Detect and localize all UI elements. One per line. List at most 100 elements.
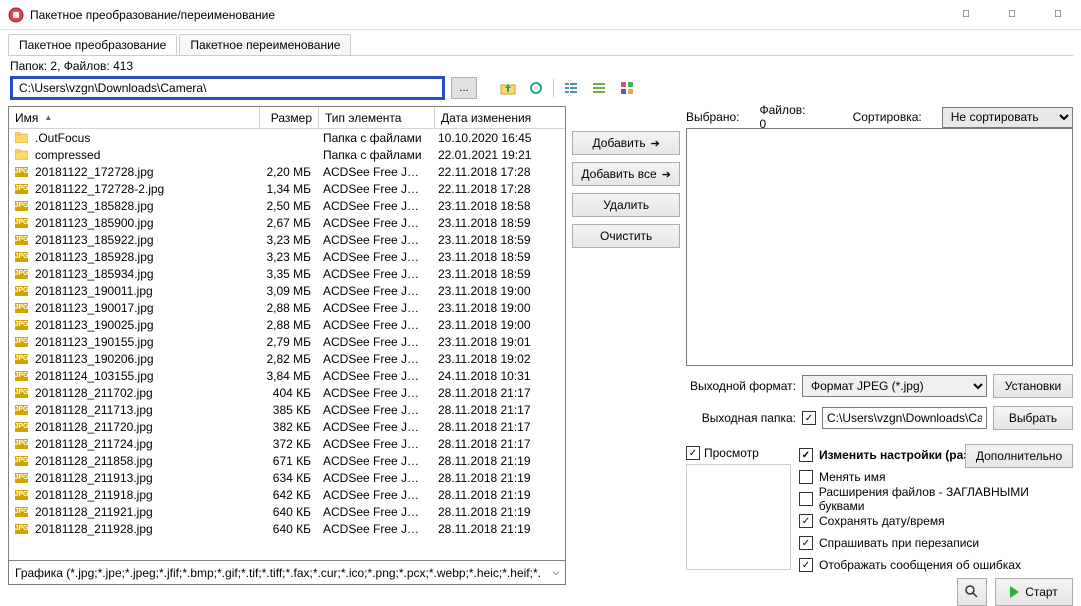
folder-icon: [15, 148, 28, 161]
file-size: 671 КБ: [259, 454, 317, 468]
folder-up-icon[interactable]: [497, 77, 519, 99]
col-size[interactable]: Размер: [260, 111, 318, 125]
file-type: ACDSee Free JPEG ...: [317, 250, 432, 264]
add-button[interactable]: Добавить➔: [572, 131, 680, 155]
out-format-select[interactable]: Формат JPEG (*.jpg): [802, 375, 987, 397]
show-errors-label: Отображать сообщения об ошибках: [819, 558, 1021, 572]
file-date: 28.11.2018 21:19: [432, 471, 542, 485]
file-type: ACDSee Free JPEG ...: [317, 488, 432, 502]
file-type: ACDSee Free JPEG ...: [317, 182, 432, 196]
test-button[interactable]: [957, 578, 987, 606]
table-row[interactable]: JPG20181128_211724.jpg372 КБACDSee Free …: [9, 435, 565, 452]
table-row[interactable]: JPG20181123_190011.jpg3,09 МБACDSee Free…: [9, 282, 565, 299]
change-settings-checkbox[interactable]: ✓: [799, 448, 813, 462]
file-size: 3,09 МБ: [259, 284, 317, 298]
view-details-icon[interactable]: [560, 77, 582, 99]
table-body[interactable]: .OutFocusПапка с файлами10.10.2020 16:45…: [9, 129, 565, 560]
file-date: 28.11.2018 21:17: [432, 420, 542, 434]
jpg-icon: JPG: [15, 437, 28, 450]
table-row[interactable]: JPG20181123_185828.jpg2,50 МБACDSee Free…: [9, 197, 565, 214]
table-row[interactable]: JPG20181123_185928.jpg3,23 МБACDSee Free…: [9, 248, 565, 265]
start-button[interactable]: Старт: [995, 578, 1073, 606]
file-name: 20181123_190011.jpg: [35, 284, 153, 298]
file-type: ACDSee Free JPEG ...: [317, 386, 432, 400]
keep-date-checkbox[interactable]: ✓: [799, 514, 813, 528]
settings-button[interactable]: Установки: [993, 374, 1073, 398]
file-name: 20181123_190155.jpg: [35, 335, 154, 349]
advanced-button[interactable]: Дополнительно: [965, 444, 1073, 468]
table-row[interactable]: JPG20181128_211713.jpg385 КБACDSee Free …: [9, 401, 565, 418]
clear-button[interactable]: Очистить: [572, 224, 680, 248]
path-input[interactable]: [10, 76, 445, 100]
sort-select[interactable]: Не сортировать: [942, 107, 1073, 128]
maximize-button[interactable]: : [989, 0, 1035, 30]
file-size: 3,23 МБ: [259, 233, 317, 247]
col-type[interactable]: Тип элемента: [319, 111, 434, 125]
table-row[interactable]: JPG20181123_190206.jpg2,82 МБACDSee Free…: [9, 350, 565, 367]
table-row[interactable]: JPG20181122_172728.jpg2,20 МБACDSee Free…: [9, 163, 565, 180]
file-date: 22.11.2018 17:28: [432, 165, 542, 179]
file-date: 28.11.2018 21:19: [432, 454, 542, 468]
file-name: 20181128_211918.jpg: [35, 488, 153, 502]
table-row[interactable]: JPG20181128_211928.jpg640 КБACDSee Free …: [9, 520, 565, 537]
folder-icon: [15, 131, 28, 144]
table-row[interactable]: JPG20181123_190017.jpg2,88 МБACDSee Free…: [9, 299, 565, 316]
table-row[interactable]: .OutFocusПапка с файлами10.10.2020 16:45: [9, 129, 565, 146]
table-row[interactable]: JPG20181128_211913.jpg634 КБACDSee Free …: [9, 469, 565, 486]
table-row[interactable]: JPG20181128_211858.jpg671 КБACDSee Free …: [9, 452, 565, 469]
table-row[interactable]: JPG20181128_211918.jpg642 КБACDSee Free …: [9, 486, 565, 503]
table-row[interactable]: JPG20181128_211702.jpg404 КБACDSee Free …: [9, 384, 565, 401]
file-date: 23.11.2018 19:00: [432, 318, 542, 332]
file-date: 23.11.2018 19:00: [432, 301, 542, 315]
table-header: Имя▲ Размер Тип элемента Дата изменения: [9, 107, 565, 129]
jpg-icon: JPG: [15, 471, 28, 484]
file-date: 28.11.2018 21:17: [432, 386, 542, 400]
table-row[interactable]: JPG20181123_185900.jpg2,67 МБACDSee Free…: [9, 214, 565, 231]
filter-bar[interactable]: Графика (*.jpg;*.jpe;*.jpeg;*.jfif;*.bmp…: [8, 561, 566, 585]
file-name: 20181128_211921.jpg: [35, 505, 153, 519]
remove-button[interactable]: Удалить: [572, 193, 680, 217]
choose-folder-button[interactable]: Выбрать: [993, 406, 1073, 430]
minimize-button[interactable]: : [943, 0, 989, 30]
upper-ext-checkbox[interactable]: [799, 492, 813, 506]
table-row[interactable]: JPG20181123_185934.jpg3,35 МБACDSee Free…: [9, 265, 565, 282]
file-date: 28.11.2018 21:17: [432, 437, 542, 451]
selected-files-list[interactable]: [686, 128, 1073, 366]
add-all-button[interactable]: Добавить все➔: [572, 162, 680, 186]
view-thumbs-icon[interactable]: [616, 77, 638, 99]
close-button[interactable]: : [1035, 0, 1081, 30]
jpg-icon: JPG: [15, 318, 28, 331]
table-row[interactable]: JPG20181128_211921.jpg640 КБACDSee Free …: [9, 503, 565, 520]
table-row[interactable]: JPG20181123_190155.jpg2,79 МБACDSee Free…: [9, 333, 565, 350]
table-row[interactable]: JPG20181124_103155.jpg3,84 МБACDSee Free…: [9, 367, 565, 384]
table-row[interactable]: compressedПапка с файлами22.01.2021 19:2…: [9, 146, 565, 163]
refresh-icon[interactable]: [525, 77, 547, 99]
table-row[interactable]: JPG20181123_185922.jpg3,23 МБACDSee Free…: [9, 231, 565, 248]
file-date: 23.11.2018 18:59: [432, 233, 542, 247]
jpg-icon: JPG: [15, 335, 28, 348]
file-name: compressed: [35, 148, 100, 162]
ask-overwrite-checkbox[interactable]: ✓: [799, 536, 813, 550]
col-name[interactable]: Имя▲: [9, 111, 259, 125]
out-folder-input[interactable]: [822, 407, 987, 429]
file-type: ACDSee Free JPEG ...: [317, 471, 432, 485]
table-row[interactable]: JPG20181122_172728-2.jpg1,34 МБACDSee Fr…: [9, 180, 565, 197]
table-row[interactable]: JPG20181128_211720.jpg382 КБACDSee Free …: [9, 418, 565, 435]
tab-convert[interactable]: Пакетное преобразование: [8, 34, 177, 55]
rename-checkbox[interactable]: [799, 470, 813, 484]
tab-rename[interactable]: Пакетное переименование: [179, 34, 351, 55]
view-list-icon[interactable]: [588, 77, 610, 99]
jpg-icon: JPG: [15, 352, 28, 365]
out-folder-label: Выходная папка:: [686, 411, 796, 425]
filter-text: Графика (*.jpg;*.jpe;*.jpeg;*.jfif;*.bmp…: [15, 566, 541, 580]
jpg-icon: JPG: [15, 403, 28, 416]
col-date[interactable]: Дата изменения: [435, 111, 545, 125]
file-size: 2,79 МБ: [259, 335, 317, 349]
out-folder-checkbox[interactable]: ✓: [802, 411, 816, 425]
browse-button[interactable]: ...: [451, 77, 477, 99]
table-row[interactable]: JPG20181123_190025.jpg2,88 МБACDSee Free…: [9, 316, 565, 333]
file-size: 3,35 МБ: [259, 267, 317, 281]
file-name: 20181128_211702.jpg: [35, 386, 153, 400]
preview-checkbox[interactable]: ✓: [686, 446, 700, 460]
show-errors-checkbox[interactable]: ✓: [799, 558, 813, 572]
